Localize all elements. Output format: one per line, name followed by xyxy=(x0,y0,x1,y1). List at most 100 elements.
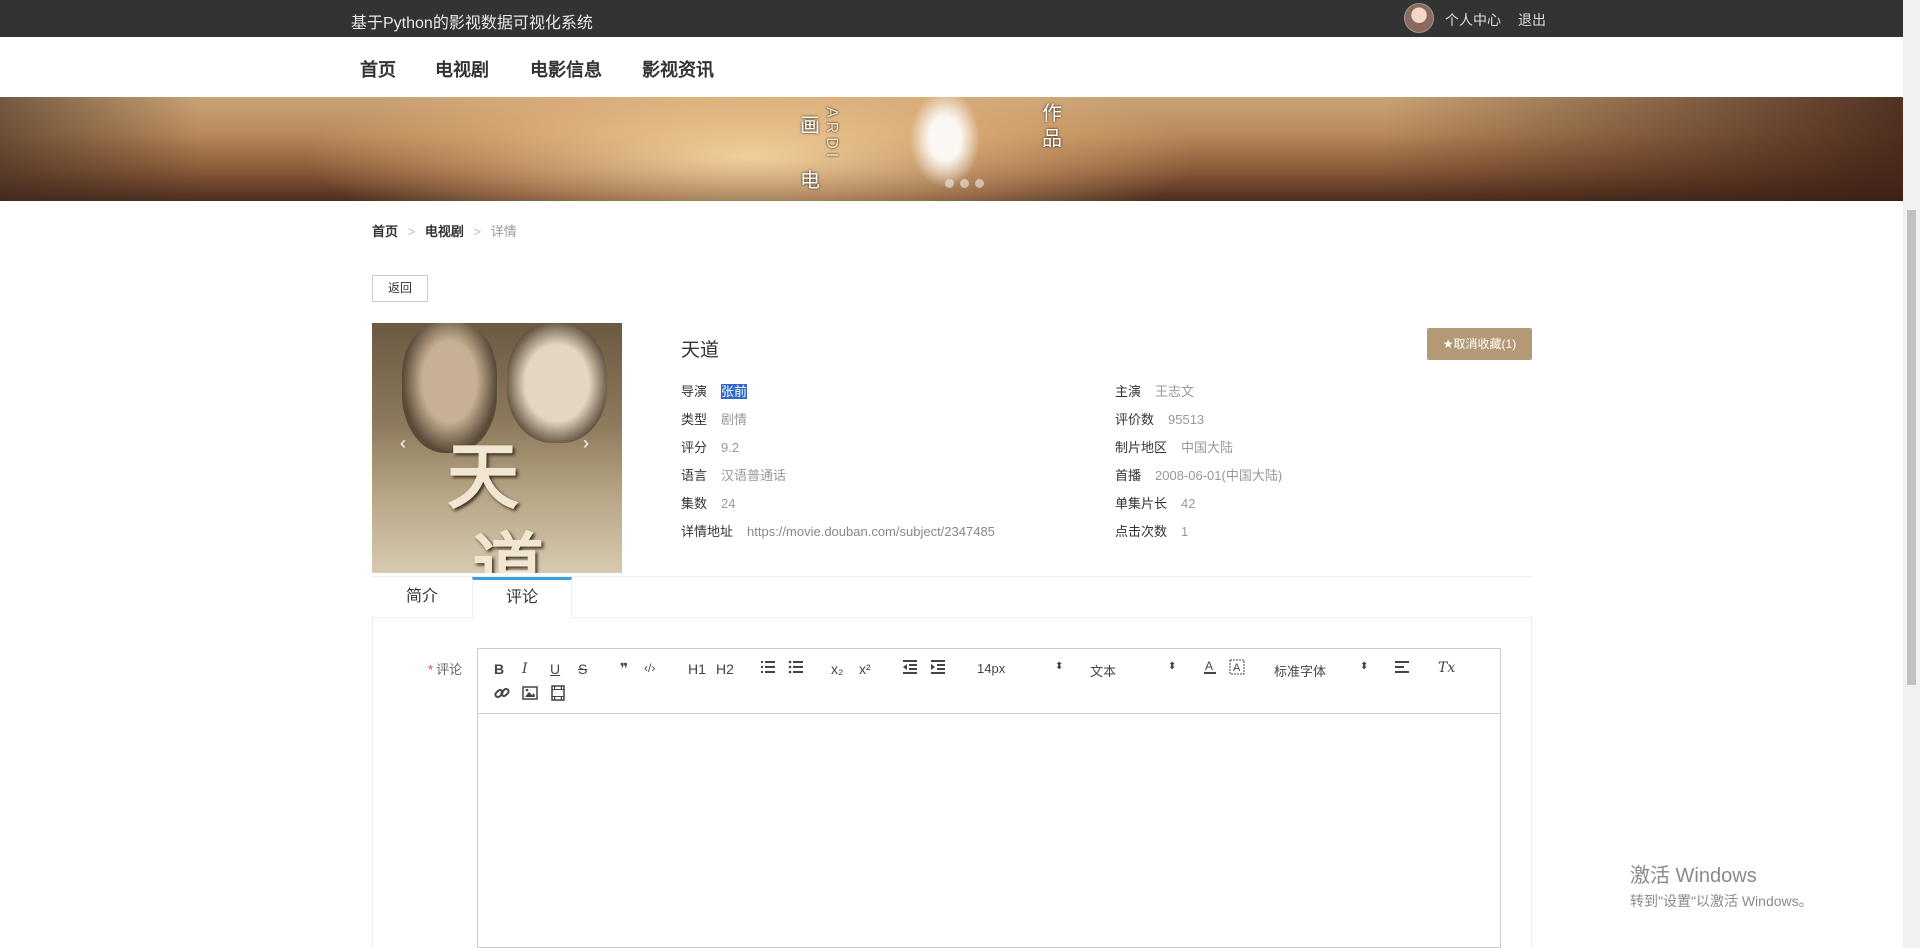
poster-title-char: 道 xyxy=(472,524,545,573)
detail-label: 主演 xyxy=(1115,384,1142,399)
nav-film-news[interactable]: 影视资讯 xyxy=(642,56,714,82)
detail-value-episode-length: 42 xyxy=(1181,496,1196,511)
chevron-updown-icon: ⬍ xyxy=(1055,661,1064,672)
detail-episodes: 集数 24 xyxy=(681,493,735,512)
font-size-value: 14px xyxy=(977,661,1006,676)
bold-icon[interactable]: B xyxy=(494,661,504,677)
user-avatar[interactable] xyxy=(1404,3,1434,33)
detail-episode-length: 单集片长 42 xyxy=(1115,493,1195,512)
page-scrollbar[interactable] xyxy=(1903,0,1920,948)
detail-actor: 主演 王志文 xyxy=(1115,381,1194,400)
font-size-select[interactable]: 14px ⬍ xyxy=(977,661,1067,676)
detail-value-region: 中国大陆 xyxy=(1181,440,1234,455)
detail-value-premiere: 2008-06-01(中国大陆) xyxy=(1155,468,1283,483)
italic-icon[interactable]: I xyxy=(522,661,528,677)
poster-prev-icon[interactable]: ‹ xyxy=(400,433,406,454)
breadcrumb-separator: > xyxy=(473,224,482,239)
detail-label: 类型 xyxy=(681,412,708,427)
breadcrumb: 首页 > 电视剧 > 详情 xyxy=(372,221,517,240)
tab-intro[interactable]: 简介 xyxy=(372,577,472,618)
banner-shade-left xyxy=(0,97,200,201)
clear-format-icon[interactable]: Tx xyxy=(1438,660,1455,676)
nav-movie-info[interactable]: 电影信息 xyxy=(530,56,602,82)
breadcrumb-tv-series[interactable]: 电视剧 xyxy=(425,224,464,239)
comment-label: * 评论 xyxy=(428,659,462,678)
detail-label: 制片地区 xyxy=(1115,440,1168,455)
detail-premiere: 首播 2008-06-01(中国大陆) xyxy=(1115,465,1282,484)
font-family-select[interactable]: 标准字体 ⬍ xyxy=(1274,661,1374,680)
subscript-icon[interactable]: x₂ xyxy=(831,661,843,677)
logout-link[interactable]: 退出 xyxy=(1518,10,1546,30)
chevron-updown-icon: ⬍ xyxy=(1168,661,1177,672)
detail-url: 详情地址 https://movie.douban.com/subject/234… xyxy=(681,521,995,540)
detail-language: 语言 汉语普通话 xyxy=(681,465,786,484)
watermark-line1: 激活 Windows xyxy=(1630,865,1757,887)
detail-value-language: 汉语普通话 xyxy=(721,468,787,483)
detail-value-actor: 王志文 xyxy=(1155,384,1195,399)
align-icon[interactable] xyxy=(1394,659,1410,678)
rich-text-editor: B I U S ❞ ‹/› H1 H2 x₂ x² 14px ⬍ 文本 ⬍ A xyxy=(477,648,1501,948)
banner: 画 电 作 品 ARDI xyxy=(0,97,1903,201)
detail-label: 导演 xyxy=(681,384,708,399)
app-title: 基于Python的影视数据可视化系统 xyxy=(351,15,593,32)
editor-content-area[interactable] xyxy=(478,714,1500,947)
text-type-select[interactable]: 文本 ⬍ xyxy=(1090,661,1180,680)
back-button[interactable]: 返回 xyxy=(372,275,428,302)
font-family-value: 标准字体 xyxy=(1274,664,1327,679)
underline-icon[interactable]: U xyxy=(550,661,560,677)
detail-value-clicks: 1 xyxy=(1181,524,1189,539)
tab-comments[interactable]: 评论 xyxy=(472,577,572,618)
link-icon[interactable] xyxy=(494,685,510,704)
unfavorite-button[interactable]: ★取消收藏(1) xyxy=(1427,328,1532,360)
breadcrumb-home[interactable]: 首页 xyxy=(372,224,398,239)
heading2-icon[interactable]: H2 xyxy=(716,661,734,677)
detail-value-url[interactable]: https://movie.douban.com/subject/2347485 xyxy=(747,524,995,539)
detail-label: 评分 xyxy=(681,440,708,455)
image-icon[interactable] xyxy=(522,685,538,704)
blockquote-icon[interactable]: ❞ xyxy=(620,660,628,677)
detail-clicks: 点击次数 1 xyxy=(1115,521,1188,540)
detail-tabs: 简介 评论 xyxy=(372,576,1532,618)
banner-glyph: 品 xyxy=(1042,128,1062,150)
bullet-list-icon[interactable] xyxy=(788,659,804,678)
breadcrumb-current: 详情 xyxy=(490,224,517,239)
main-nav: 首页 电视剧 电影信息 影视资讯 xyxy=(0,37,1903,97)
required-mark: * xyxy=(428,662,434,677)
video-icon[interactable] xyxy=(550,685,566,704)
code-icon[interactable]: ‹/› xyxy=(644,661,655,675)
strikethrough-icon[interactable]: S xyxy=(578,661,587,677)
poster-carousel: 天 道 ‹ › xyxy=(372,323,622,573)
detail-score: 评分 9.2 xyxy=(681,437,739,456)
detail-value-score: 9.2 xyxy=(721,440,740,455)
outdent-icon[interactable] xyxy=(902,659,918,678)
detail-label: 语言 xyxy=(681,468,708,483)
detail-reviews: 评价数 95513 xyxy=(1115,409,1204,428)
detail-label: 评价数 xyxy=(1115,412,1155,427)
chevron-updown-icon: ⬍ xyxy=(1360,661,1369,672)
text-type-value: 文本 xyxy=(1090,664,1117,679)
detail-value-reviews: 95513 xyxy=(1168,412,1205,427)
svg-text:A: A xyxy=(1233,662,1241,674)
banner-glow xyxy=(300,97,1200,201)
ordered-list-icon[interactable] xyxy=(760,659,776,678)
detail-value-genre: 剧情 xyxy=(721,412,748,427)
banner-glyph: 电 xyxy=(800,170,820,192)
banner-glyph: 画 xyxy=(800,115,820,137)
nav-tv-series[interactable]: 电视剧 xyxy=(435,56,489,82)
heading1-icon[interactable]: H1 xyxy=(688,661,706,677)
scrollbar-thumb[interactable] xyxy=(1907,210,1916,685)
indent-icon[interactable] xyxy=(930,659,946,678)
background-color-icon[interactable]: A xyxy=(1229,659,1245,678)
user-center-link[interactable]: 个人中心 xyxy=(1445,10,1501,30)
banner-pagination[interactable] xyxy=(945,175,990,193)
breadcrumb-separator: > xyxy=(407,224,416,239)
detail-label: 单集片长 xyxy=(1115,496,1168,511)
detail-value-director[interactable]: 张前 xyxy=(721,384,748,399)
editor-toolbar: B I U S ❞ ‹/› H1 H2 x₂ x² 14px ⬍ 文本 ⬍ A xyxy=(478,649,1500,714)
nav-home[interactable]: 首页 xyxy=(360,56,396,82)
detail-label: 详情地址 xyxy=(681,524,734,539)
poster-next-icon[interactable]: › xyxy=(583,433,589,454)
poster-figure-right xyxy=(507,323,607,443)
text-color-icon[interactable]: A xyxy=(1202,659,1218,678)
superscript-icon[interactable]: x² xyxy=(859,661,871,677)
